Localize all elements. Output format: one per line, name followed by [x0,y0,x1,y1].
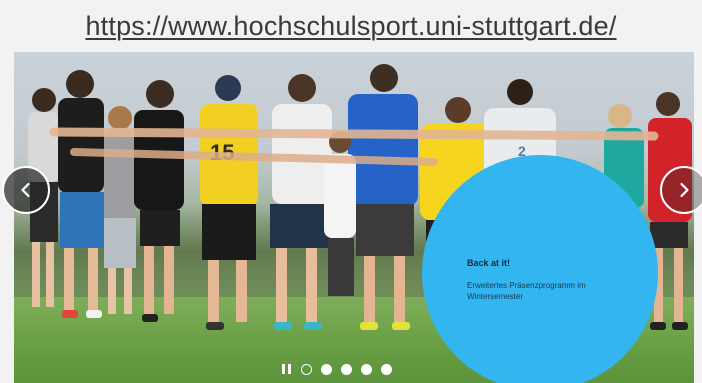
pause-button[interactable] [280,363,292,375]
slider-pagination [280,361,392,377]
person-black-shirt-2 [134,80,184,314]
slider-next-button[interactable] [660,166,702,214]
url-header: https://www.hochschulsport.uni-stuttgart… [0,0,702,52]
promo-title: Back at it! [467,258,511,268]
promo-text: Erweitertes Präsenzprogramm im Wintersem… [467,281,586,301]
person-black-shirt [58,70,104,310]
chevron-left-icon [21,182,30,198]
pagination-dot-1[interactable] [301,363,312,375]
pagination-dot-3[interactable] [341,363,352,375]
pagination-dot-2[interactable] [321,363,332,375]
person-blue-shirt [348,64,418,322]
chevron-right-icon [680,182,689,198]
website-url-link[interactable]: https://www.hochschulsport.uni-stuttgart… [85,11,616,42]
pagination-dot-4[interactable] [361,363,372,375]
promo-circle[interactable] [422,155,658,383]
person-white-shirt [270,74,332,322]
pause-icon [281,364,285,374]
person-grey-shirt [104,106,136,314]
slider-prev-button[interactable] [2,166,50,214]
pagination-dot-5[interactable] [381,363,392,375]
person-yellow-jersey: 15 [200,75,258,322]
